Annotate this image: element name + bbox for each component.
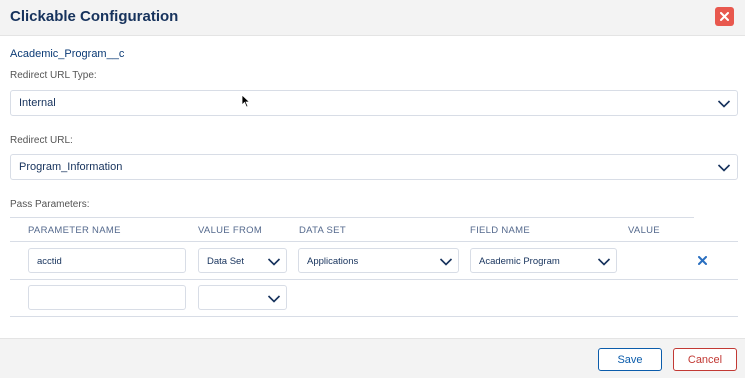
save-button[interactable]: Save	[598, 348, 662, 371]
redirect-type-value: Internal	[19, 97, 56, 109]
field-name-select[interactable]: Academic Program	[470, 248, 617, 273]
chevron-down-icon	[717, 99, 731, 109]
value-from-select[interactable]: Data Set	[198, 248, 287, 273]
close-icon	[720, 12, 729, 21]
value-from-select[interactable]	[198, 285, 287, 310]
close-button[interactable]	[715, 7, 734, 26]
chevron-down-icon	[267, 294, 281, 304]
column-header-data-set: DATA SET	[299, 225, 346, 236]
modal-footer: Save Cancel	[0, 338, 745, 378]
value-from-value: Data Set	[207, 256, 244, 267]
field-name-value: Academic Program	[479, 256, 560, 267]
table-bottom-border	[10, 316, 738, 317]
redirect-url-label: Redirect URL:	[10, 135, 73, 146]
redirect-url-value: Program_Information	[19, 161, 123, 173]
remove-icon	[698, 256, 707, 265]
redirect-type-label: Redirect URL Type:	[10, 70, 97, 81]
parameter-name-input[interactable]	[28, 285, 186, 310]
row-divider	[10, 279, 738, 280]
column-header-value: VALUE	[628, 225, 660, 236]
redirect-url-select[interactable]: Program_Information	[10, 154, 738, 180]
parameter-name-value: acctid	[37, 256, 62, 267]
chevron-down-icon	[717, 163, 731, 173]
chevron-down-icon	[597, 257, 611, 267]
table-header-divider	[10, 241, 738, 242]
cancel-button[interactable]: Cancel	[673, 348, 737, 371]
modal-header: Clickable Configuration	[0, 0, 745, 36]
pass-parameters-label: Pass Parameters:	[10, 199, 90, 210]
data-set-value: Applications	[307, 256, 359, 267]
column-header-parameter-name: PARAMETER NAME	[28, 225, 121, 236]
table-top-border	[10, 217, 694, 218]
mouse-cursor-icon	[241, 94, 251, 113]
chevron-down-icon	[267, 257, 281, 267]
data-set-select[interactable]: Applications	[298, 248, 459, 273]
chevron-down-icon	[439, 257, 453, 267]
parameter-name-input[interactable]: acctid	[28, 248, 186, 273]
redirect-type-select[interactable]: Internal	[10, 90, 738, 116]
column-header-field-name: FIELD NAME	[470, 225, 531, 236]
modal-title: Clickable Configuration	[10, 8, 179, 25]
object-name: Academic_Program__c	[10, 48, 125, 60]
column-header-value-from: VALUE FROM	[198, 225, 263, 236]
remove-row-button[interactable]	[698, 254, 707, 268]
